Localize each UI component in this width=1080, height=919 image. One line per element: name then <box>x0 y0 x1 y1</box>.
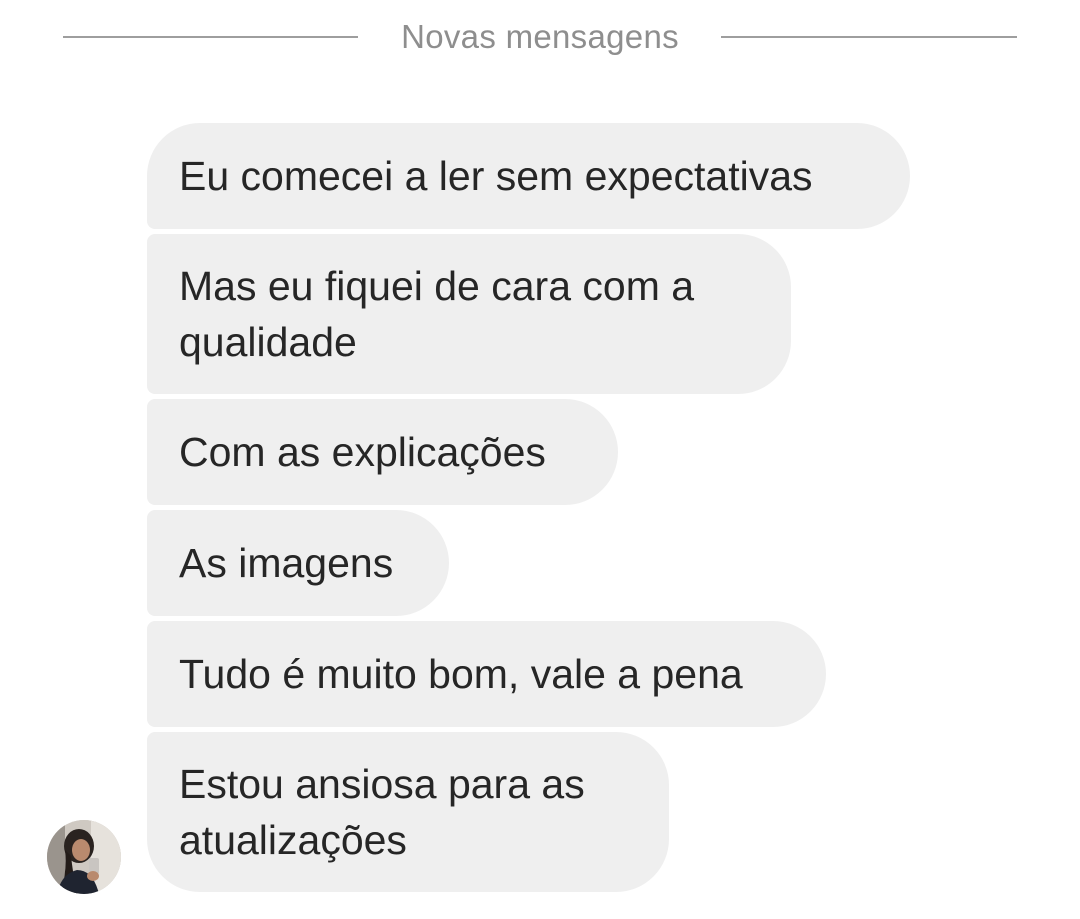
message-bubble[interactable]: Estou ansiosa para as atualizações <box>147 732 669 892</box>
message-bubble[interactable]: As imagens <box>147 510 449 616</box>
message-bubble[interactable]: Com as explicações <box>147 399 618 505</box>
divider-line-left <box>63 36 358 38</box>
message-group: Eu comecei a ler sem expectativas Mas eu… <box>147 123 910 892</box>
profile-photo-avatar-icon <box>47 820 121 894</box>
message-bubble[interactable]: Eu comecei a ler sem expectativas <box>147 123 910 229</box>
divider-line-right <box>721 36 1017 38</box>
sender-avatar[interactable] <box>47 820 121 894</box>
new-messages-divider: Novas mensagens <box>0 14 1080 62</box>
message-bubble[interactable]: Mas eu fiquei de cara com a qualidade <box>147 234 791 394</box>
message-bubble[interactable]: Tudo é muito bom, vale a pena <box>147 621 826 727</box>
divider-label: Novas mensagens <box>401 18 679 55</box>
